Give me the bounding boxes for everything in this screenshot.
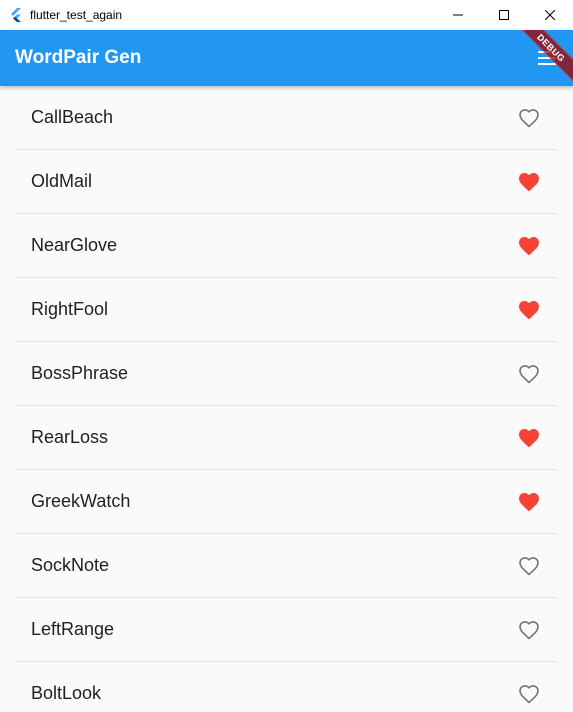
favorite-filled-icon[interactable] [517, 298, 541, 322]
favorite-filled-icon[interactable] [517, 426, 541, 450]
maximize-button[interactable] [481, 0, 527, 30]
list-item[interactable]: RearLoss [16, 406, 557, 469]
favorite-outline-icon[interactable] [517, 682, 541, 706]
favorite-outline-icon[interactable] [517, 618, 541, 642]
close-icon [545, 10, 555, 20]
word-pair-label: OldMail [31, 171, 93, 191]
favorite-filled-icon[interactable] [517, 490, 541, 514]
list-item[interactable]: CallBeach [16, 86, 557, 149]
favorite-outline-icon[interactable] [517, 362, 541, 386]
app-bar-title: WordPair Gen [15, 47, 142, 68]
window-title-bar[interactable]: flutter_test_again [0, 0, 573, 30]
list-item[interactable]: SockNote [16, 534, 557, 597]
list-item[interactable]: RightFool [16, 278, 557, 341]
word-pair-label: NearGlove [31, 235, 118, 255]
app-window: flutter_test_again WordPair Gen DEBUG Ca… [0, 0, 573, 712]
favorite-filled-icon[interactable] [517, 234, 541, 258]
maximize-icon [499, 10, 509, 20]
minimize-button[interactable] [435, 0, 481, 30]
word-pair-label: BoltLook [31, 683, 102, 703]
list-item[interactable]: LeftRange [16, 598, 557, 661]
list-item[interactable]: BossPhrase [16, 342, 557, 405]
word-pair-label: RearLoss [31, 427, 109, 447]
favorite-filled-icon[interactable] [517, 170, 541, 194]
favorite-outline-icon[interactable] [517, 554, 541, 578]
word-pair-label: CallBeach [31, 107, 114, 127]
app-bar: WordPair Gen DEBUG [0, 30, 573, 86]
word-pair-label: RightFool [31, 299, 109, 319]
word-pair-label: SockNote [31, 555, 110, 575]
favorite-outline-icon[interactable] [517, 106, 541, 130]
list-item[interactable]: NearGlove [16, 214, 557, 277]
word-pair-label: GreekWatch [31, 491, 131, 511]
list-item[interactable]: BoltLook [16, 662, 557, 712]
minimize-icon [453, 14, 463, 16]
window-title: flutter_test_again [30, 8, 123, 22]
close-button[interactable] [527, 0, 573, 30]
flutter-logo-icon [8, 7, 24, 23]
list-item[interactable]: GreekWatch [16, 470, 557, 533]
word-pair-list[interactable]: CallBeach OldMail NearGlove RightFool BossPh… [0, 86, 573, 712]
list-item[interactable]: OldMail [16, 150, 557, 213]
word-pair-label: LeftRange [31, 619, 115, 639]
word-pair-label: BossPhrase [31, 363, 129, 383]
